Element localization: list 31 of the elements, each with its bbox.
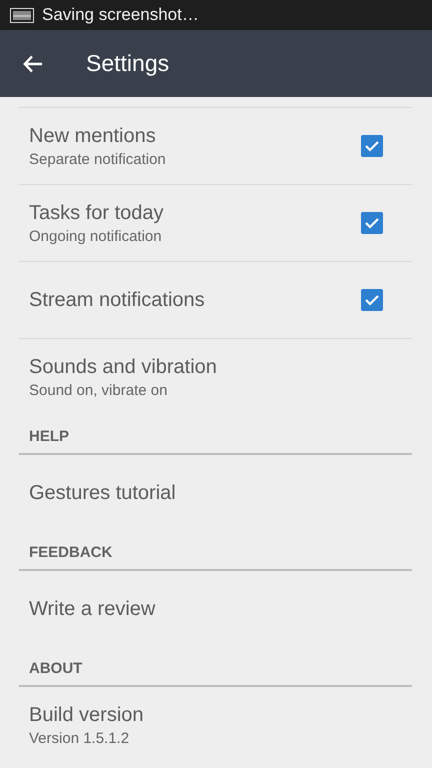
settings-item[interactable]: Stream notifications xyxy=(19,262,412,339)
setting-summary: Ongoing notification xyxy=(29,228,163,244)
notification-text: Saving screenshot… xyxy=(42,5,199,25)
checkbox[interactable] xyxy=(361,289,383,311)
setting-summary: Sound on, vibrate on xyxy=(29,382,168,399)
setting-title: New mentions xyxy=(29,124,157,148)
setting-title: Tasks for today xyxy=(29,202,165,224)
settings-item[interactable]: Sounds and vibration Sound on, vibrate on xyxy=(19,339,412,416)
checkmark-icon xyxy=(364,294,380,306)
setting-summary: Separate notification xyxy=(29,150,167,168)
section-header: ABOUT xyxy=(29,660,82,677)
back-arrow-icon[interactable] xyxy=(23,54,43,72)
setting-title: Build version xyxy=(29,704,145,727)
setting-title: Sounds and vibration xyxy=(29,356,218,379)
checkmark-icon xyxy=(364,217,380,229)
setting-title: Write a review xyxy=(29,598,156,621)
setting-title: Stream notifications xyxy=(29,288,206,312)
settings-item[interactable]: Gestures tutorial xyxy=(19,455,412,532)
section-header: HELP xyxy=(29,428,70,445)
settings-item[interactable]: Write a review xyxy=(19,571,412,648)
image-icon xyxy=(10,8,34,22)
screen-title: Settings xyxy=(86,50,170,77)
section-header: FEEDBACK xyxy=(29,544,112,561)
settings-item[interactable]: Build version Version 1.5.1.2 xyxy=(19,687,412,764)
setting-title: Gestures tutorial xyxy=(29,482,177,505)
settings-item[interactable]: New mentions Separate notification xyxy=(19,108,412,185)
checkmark-icon xyxy=(364,140,380,152)
setting-summary: Version 1.5.1.2 xyxy=(29,730,130,747)
settings-item[interactable]: Tasks for today Ongoing notification xyxy=(19,185,412,262)
checkbox[interactable] xyxy=(361,135,383,157)
checkbox[interactable] xyxy=(361,212,383,234)
